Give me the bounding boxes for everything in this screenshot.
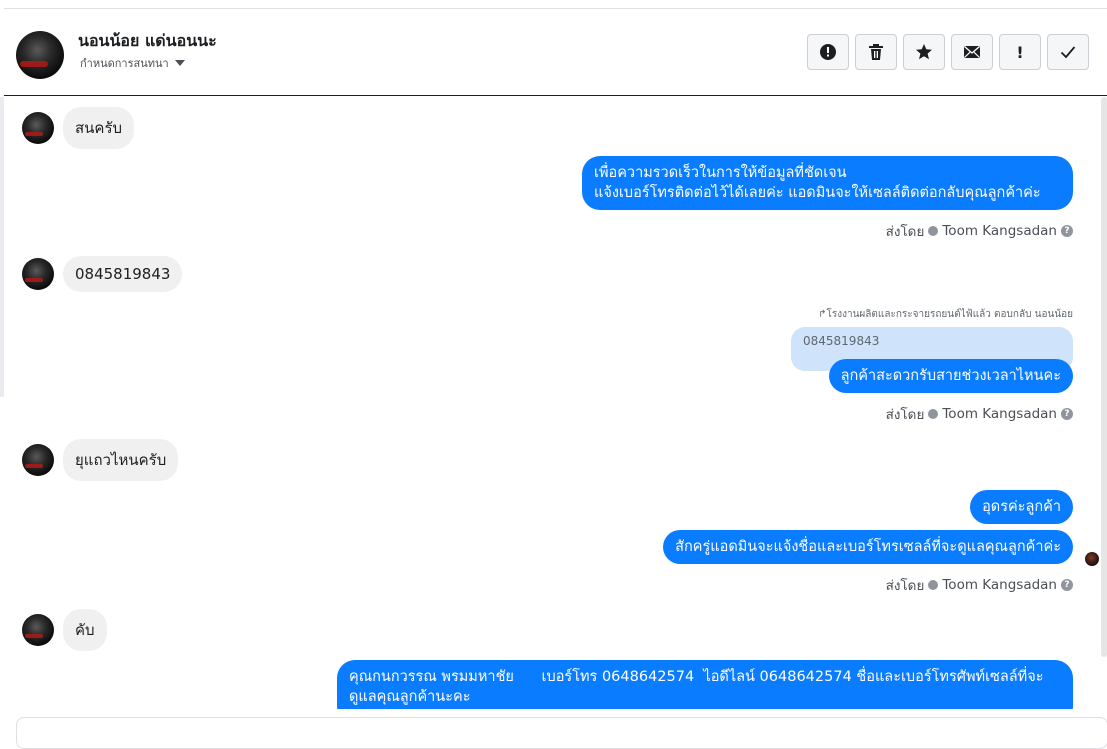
help-icon[interactable]: ? [1061, 408, 1073, 420]
exclamation-icon: ! [1016, 42, 1024, 62]
sent-by-agent: Toom Kangsadan [942, 577, 1057, 593]
trash-icon [869, 44, 883, 60]
mark-done-button[interactable] [1047, 34, 1089, 70]
mark-spam-button[interactable] [807, 34, 849, 70]
reply-note-text: โรงงานผลิตและกระจายรถยนต์ไฟ้แล้ว ตอบกลับ… [826, 309, 1073, 320]
incoming-message: 0845819843 [22, 256, 183, 292]
reply-note: ↱โรงงานผลิตและกระจายรถยนต์ไฟ้แล้ว ตอบกลั… [818, 307, 1073, 322]
outgoing-bubble[interactable]: อุดรค่ะลูกค้า [970, 490, 1073, 524]
incoming-bubble[interactable]: สนครับ [63, 107, 135, 149]
conversation-header: นอนน้อย แด่นอนนะ กำหนดการสนทนา ! [4, 8, 1107, 96]
alert-circle-icon [820, 44, 836, 60]
incoming-bubble[interactable]: คับ [63, 609, 107, 651]
delete-button[interactable] [855, 34, 897, 70]
star-icon [916, 44, 932, 60]
incoming-message: คับ [22, 609, 107, 651]
conversation-settings[interactable]: กำหนดการสนทนา [80, 54, 185, 72]
checkmark-icon [1060, 46, 1076, 59]
sent-by-info: ส่งโดย Toom Kangsadan ? [886, 574, 1073, 596]
sent-by-info: ส่งโดย Toom Kangsadan ? [886, 220, 1073, 242]
help-icon[interactable]: ? [1061, 225, 1073, 237]
outgoing-text: ลูกค้าสะดวกรับสายช่วงเวลาไหนคะ [840, 368, 1061, 384]
incoming-bubble[interactable]: 0845819843 [63, 256, 183, 292]
sent-by-agent: Toom Kangsadan [942, 406, 1057, 422]
seen-avatar [1085, 552, 1099, 566]
message-thread[interactable]: สนครับ เพื่อความรวดเร็วในการให้ข้อมูลที่… [4, 97, 1104, 709]
scrollbar[interactable] [1101, 97, 1107, 657]
verified-icon [928, 409, 939, 419]
envelope-icon [964, 45, 980, 58]
contact-name[interactable]: นอนน้อย แด่นอนนะ [78, 29, 217, 54]
chevron-down-icon [174, 60, 185, 66]
outgoing-text: สักครู่แอดมินจะแจ้งชื่อและเบอร์โทรเซลล์ท… [675, 539, 1061, 555]
help-icon[interactable]: ? [1061, 579, 1073, 591]
incoming-message: สนครับ [22, 107, 135, 149]
incoming-bubble[interactable]: ยุแถวไหนครับ [63, 439, 179, 481]
contact-avatar-small [22, 444, 54, 476]
outgoing-text: อุดรค่ะลูกค้า [982, 499, 1061, 515]
header-actions: ! [807, 34, 1089, 70]
outgoing-bubble[interactable]: ลูกค้าสะดวกรับสายช่วงเวลาไหนคะ [828, 359, 1073, 393]
sent-by-label: ส่งโดย [885, 224, 925, 240]
sent-by-label: ส่งโดย [885, 407, 925, 423]
verified-icon [928, 580, 939, 590]
contact-avatar-small [22, 258, 54, 290]
contact-avatar-small [22, 614, 54, 646]
outgoing-bubble[interactable]: คุณกนกวรรณ พรมมหาชัย เบอร์โทร 0648642574… [337, 660, 1073, 709]
star-button[interactable] [903, 34, 945, 70]
verified-icon [928, 226, 939, 236]
outgoing-text-line: คุณกนกวรรณ พรมมหาชัย เบอร์โทร 0648642574… [349, 669, 1044, 685]
conversation-settings-label: กำหนดการสนทนา [80, 57, 169, 70]
outgoing-text-line: แจ้งเบอร์โทรติดต่อไว้ได้เลยค่ะ แอดมินจะใ… [594, 185, 1041, 201]
contact-avatar-small [22, 112, 54, 144]
outgoing-bubble[interactable]: สักครู่แอดมินจะแจ้งชื่อและเบอร์โทรเซลล์ท… [663, 530, 1073, 564]
outgoing-bubble[interactable]: เพื่อความรวดเร็วในการให้ข้อมูลที่ชัดเจน … [582, 156, 1073, 210]
outgoing-text-line: ดูแลคุณลูกค้านะคะ [349, 689, 471, 705]
mark-unread-button[interactable] [951, 34, 993, 70]
sent-by-label: ส่งโดย [885, 578, 925, 594]
outgoing-text-line: เพื่อความรวดเร็วในการให้ข้อมูลที่ชัดเจน [594, 165, 847, 181]
message-composer[interactable] [16, 717, 1107, 749]
incoming-message: ยุแถวไหนครับ [22, 439, 179, 481]
sent-by-agent: Toom Kangsadan [942, 223, 1057, 239]
sent-by-info: ส่งโดย Toom Kangsadan ? [886, 403, 1073, 425]
contact-avatar[interactable] [16, 31, 64, 79]
follow-up-button[interactable]: ! [999, 34, 1041, 70]
